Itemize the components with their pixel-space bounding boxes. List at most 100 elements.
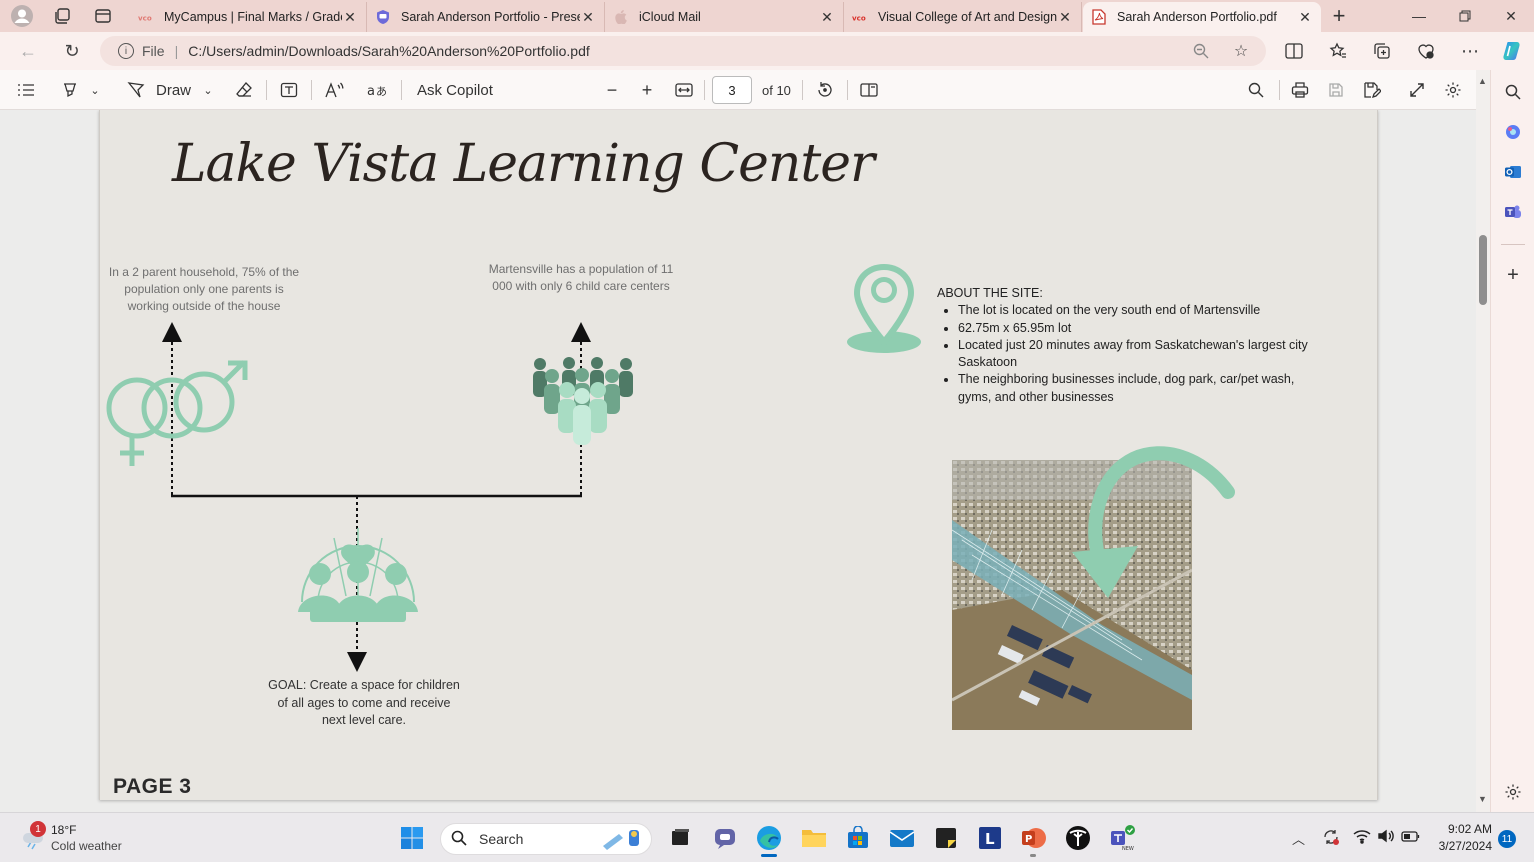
- show-hidden-icons-chevron-up-icon[interactable]: ︿: [1292, 829, 1305, 848]
- favorites-icon[interactable]: [1327, 40, 1349, 62]
- teams-new-icon[interactable]: NEW: [1108, 824, 1136, 852]
- weather-description[interactable]: Cold weather: [51, 839, 122, 853]
- sync-status-icon[interactable]: [1322, 828, 1340, 849]
- vertical-scrollbar[interactable]: ▲ ▼: [1476, 70, 1490, 812]
- tab-portfolio-pdf[interactable]: Sarah Anderson Portfolio.pdf ✕: [1083, 2, 1321, 32]
- clock-time[interactable]: 9:02 AM: [1440, 822, 1492, 836]
- teams-chat-icon[interactable]: [711, 824, 739, 852]
- settings-gear-icon[interactable]: [1441, 79, 1465, 101]
- outlook-icon[interactable]: [1502, 161, 1524, 183]
- tab-portfolio-presentation[interactable]: Sarah Anderson Portfolio - Prese ✕: [367, 2, 605, 32]
- list-item: The lot is located on the very south end…: [958, 302, 1327, 319]
- collections-icon[interactable]: [1371, 40, 1393, 62]
- eraser-icon[interactable]: [232, 79, 256, 101]
- tab-label: Sarah Anderson Portfolio - Prese: [401, 10, 580, 24]
- tesla-app-icon[interactable]: [1064, 824, 1092, 852]
- page-number-input[interactable]: 3: [712, 76, 752, 104]
- fit-to-width-icon[interactable]: [672, 79, 696, 101]
- restore-icon[interactable]: [1442, 0, 1488, 32]
- scrollbar-thumb[interactable]: [1479, 235, 1487, 305]
- tab-mycampus[interactable]: vco MyCampus | Final Marks / Grade ✕: [130, 2, 367, 32]
- save-as-icon[interactable]: [1360, 79, 1384, 101]
- workspaces-icon[interactable]: [49, 4, 75, 28]
- print-icon[interactable]: [1288, 79, 1312, 101]
- svg-text:vco: vco: [852, 14, 866, 22]
- sidebar-settings-gear-icon[interactable]: [1502, 781, 1524, 803]
- tab-label: Sarah Anderson Portfolio.pdf: [1117, 10, 1277, 24]
- ask-copilot-button[interactable]: Ask Copilot: [417, 79, 493, 101]
- edge-browser-icon[interactable]: [755, 824, 783, 857]
- search-icon[interactable]: [1244, 79, 1268, 101]
- info-icon[interactable]: i: [118, 43, 134, 59]
- refresh-icon[interactable]: ↻: [58, 38, 86, 64]
- sticky-notes-icon[interactable]: [932, 824, 960, 852]
- weather-temperature[interactable]: 18°F: [51, 823, 76, 837]
- browser-essentials-icon[interactable]: [1415, 40, 1437, 62]
- url-field[interactable]: i File | C:/Users/admin/Downloads/Sarah%…: [100, 36, 1266, 66]
- microsoft-store-icon[interactable]: [844, 824, 872, 852]
- tab-close-icon[interactable]: ✕: [342, 9, 358, 26]
- svg-text:P: P: [1025, 834, 1032, 845]
- taskbar-search-box[interactable]: Search: [440, 823, 652, 855]
- tab-close-icon[interactable]: ✕: [819, 9, 835, 26]
- location-pin-icon: [847, 264, 921, 353]
- pdf-viewer[interactable]: Lake Vista Learning Center In a 2 parent…: [0, 110, 1476, 812]
- sidebar-search-icon[interactable]: [1502, 81, 1524, 103]
- tab-close-icon[interactable]: ✕: [1297, 9, 1313, 26]
- volume-icon[interactable]: [1377, 828, 1395, 847]
- wifi-icon[interactable]: [1353, 828, 1371, 847]
- clock-date[interactable]: 3/27/2024: [1426, 839, 1492, 853]
- favorite-star-icon[interactable]: ☆: [1230, 40, 1252, 62]
- more-options-icon[interactable]: ⋯: [1459, 40, 1481, 62]
- fullscreen-expand-icon[interactable]: [1405, 79, 1429, 101]
- taskbar: 1 18°F Cold weather Search L P NEW ︿ 9:0…: [0, 812, 1534, 862]
- back-icon[interactable]: ←: [14, 38, 42, 64]
- scroll-up-icon[interactable]: ▲: [1478, 76, 1487, 86]
- battery-icon[interactable]: [1401, 828, 1421, 847]
- page-total-label: of 10: [762, 82, 791, 98]
- file-explorer-icon[interactable]: [800, 824, 828, 852]
- about-site-section: ABOUT THE SITE: The lot is located on th…: [937, 285, 1327, 406]
- minimize-icon[interactable]: —: [1396, 0, 1442, 32]
- task-view-icon[interactable]: [666, 824, 694, 852]
- address-bar: ← ↻ i File | C:/Users/admin/Downloads/Sa…: [0, 32, 1534, 70]
- tab-icloud-mail[interactable]: iCloud Mail ✕: [605, 2, 844, 32]
- copilot-app-icon[interactable]: [1502, 121, 1524, 143]
- scroll-down-icon[interactable]: ▼: [1478, 794, 1487, 804]
- draw-dropdown-chevron-down-icon[interactable]: ⌄: [201, 79, 215, 101]
- notification-count-badge[interactable]: 11: [1498, 830, 1516, 848]
- lexia-app-icon[interactable]: L: [976, 824, 1004, 852]
- draw-button[interactable]: Draw: [156, 79, 191, 101]
- profile-avatar-icon[interactable]: [9, 4, 35, 28]
- tab-close-icon[interactable]: ✕: [580, 9, 596, 26]
- translate-icon[interactable]: aあ: [366, 79, 390, 101]
- draw-pen-icon[interactable]: [124, 79, 148, 101]
- tab-visual-college[interactable]: vco Visual College of Art and Design ✕: [844, 2, 1082, 32]
- svg-text:NEW: NEW: [1122, 846, 1134, 851]
- split-screen-icon[interactable]: [1283, 40, 1305, 62]
- close-window-icon[interactable]: ✕: [1488, 0, 1534, 32]
- sidebar-add-icon[interactable]: +: [1502, 264, 1524, 286]
- copilot-icon[interactable]: [1501, 40, 1523, 62]
- highlight-icon[interactable]: [58, 79, 82, 101]
- zoom-in-icon[interactable]: +: [636, 79, 658, 101]
- zoom-icon[interactable]: [1190, 40, 1212, 62]
- sidebar-divider: [1501, 244, 1525, 245]
- read-aloud-icon[interactable]: [322, 79, 346, 101]
- highlight-dropdown-chevron-down-icon[interactable]: ⌄: [88, 79, 102, 101]
- weather-widget-icon[interactable]: 1: [20, 821, 50, 853]
- tab-actions-icon[interactable]: [90, 4, 116, 28]
- powerpoint-icon[interactable]: P: [1020, 824, 1048, 857]
- save-icon[interactable]: [1324, 79, 1348, 101]
- mail-icon[interactable]: [888, 824, 916, 852]
- pdf-icon: [1091, 9, 1107, 25]
- zoom-out-icon[interactable]: −: [601, 79, 623, 101]
- tab-close-icon[interactable]: ✕: [1057, 9, 1073, 26]
- start-windows-icon[interactable]: [398, 824, 426, 852]
- add-text-icon[interactable]: [277, 79, 301, 101]
- page-view-icon[interactable]: [857, 79, 881, 101]
- rotate-icon[interactable]: [813, 79, 837, 101]
- new-tab-icon[interactable]: +: [1326, 3, 1352, 28]
- teams-icon[interactable]: [1502, 201, 1524, 223]
- contents-list-icon[interactable]: [14, 79, 38, 101]
